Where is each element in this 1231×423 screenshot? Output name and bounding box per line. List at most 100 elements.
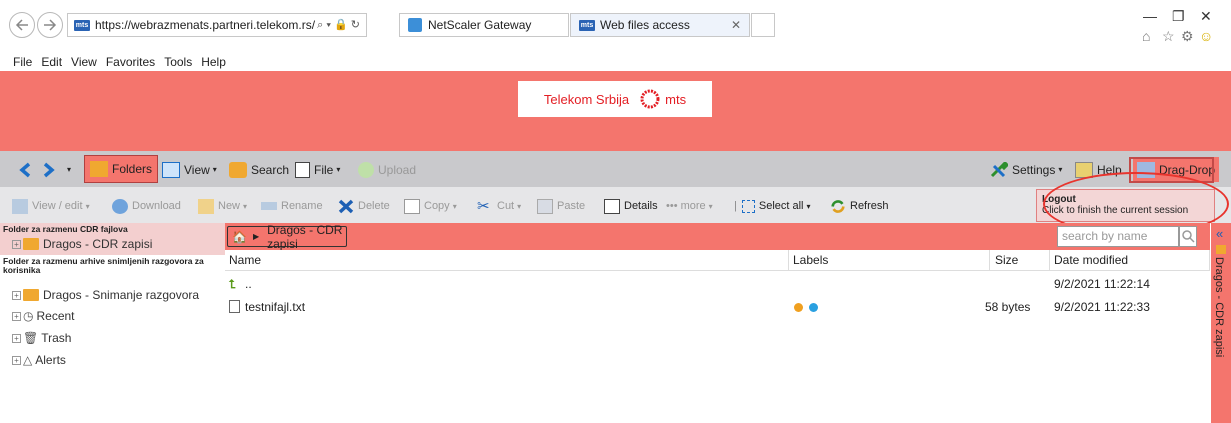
rename-icon bbox=[261, 202, 277, 210]
file-icon bbox=[295, 161, 310, 178]
file-size: 58 bytes bbox=[985, 300, 1031, 314]
refresh-button[interactable]: Refresh bbox=[830, 197, 889, 215]
separator: | bbox=[734, 200, 737, 212]
tree-item-trash[interactable]: + 🗑 Trash bbox=[12, 329, 71, 347]
close-tab-icon[interactable]: ✕ bbox=[731, 18, 741, 32]
right-collapsed-pane[interactable]: « Dragos - CDR zapisi bbox=[1211, 223, 1231, 423]
file-date: 9/2/2021 11:22:14 bbox=[1054, 277, 1150, 291]
column-header-labels[interactable]: Labels bbox=[793, 253, 828, 267]
breadcrumb-current[interactable]: Dragos - CDR zapisi bbox=[267, 223, 346, 251]
download-button[interactable]: Download bbox=[112, 197, 181, 215]
expand-icon[interactable]: + bbox=[12, 290, 21, 300]
home-icon[interactable]: 🏠 bbox=[232, 230, 247, 244]
back-button[interactable] bbox=[9, 12, 35, 38]
mts-ring-icon bbox=[640, 89, 660, 109]
tree-item-alerts[interactable]: + △ Alerts bbox=[12, 351, 66, 369]
file-name[interactable]: .. bbox=[245, 277, 252, 291]
site-favicon-icon: mts bbox=[74, 19, 90, 31]
chevron-down-icon: ▾ bbox=[1058, 165, 1063, 174]
back-arrow-icon bbox=[15, 19, 28, 31]
search-button[interactable]: Search bbox=[229, 159, 289, 180]
search-submit-button[interactable] bbox=[1179, 226, 1197, 247]
menu-view[interactable]: View bbox=[71, 55, 97, 69]
table-row[interactable]: testnifajl.txt 58 bytes 9/2/2021 11:22:3… bbox=[225, 297, 1210, 317]
tree-item-cdr[interactable]: + Dragos - CDR zapisi bbox=[12, 235, 152, 253]
tab-web-files[interactable]: mts Web files access ✕ bbox=[570, 13, 750, 37]
brand-logo: Telekom Srbija mts bbox=[518, 81, 712, 117]
label-orange-dot[interactable] bbox=[794, 303, 803, 312]
chevron-down-icon: ▾ bbox=[212, 165, 217, 174]
search-label: Search bbox=[251, 162, 290, 177]
chevron-left-icon bbox=[19, 162, 31, 177]
table-row[interactable]: ⮤ .. 9/2/2021 11:22:14 bbox=[225, 274, 1210, 294]
menu-favorites[interactable]: Favorites bbox=[106, 55, 155, 69]
menu-help[interactable]: Help bbox=[201, 55, 226, 69]
tab-label: NetScaler Gateway bbox=[428, 18, 532, 32]
expand-left-icon[interactable]: « bbox=[1216, 226, 1223, 241]
forward-button[interactable] bbox=[37, 12, 63, 38]
rename-button[interactable]: Rename bbox=[261, 197, 323, 215]
search-input[interactable]: search by name bbox=[1057, 226, 1179, 247]
column-header-size[interactable]: Size bbox=[995, 253, 1018, 267]
tab-netscaler[interactable]: NetScaler Gateway bbox=[399, 13, 569, 37]
view-edit-button[interactable]: View / edit ▾ bbox=[12, 197, 90, 215]
paste-icon bbox=[537, 198, 553, 214]
address-controls-icon[interactable]: ⌕ ▾ 🔒 ↻ bbox=[317, 18, 360, 32]
favorites-star-icon[interactable]: ☆ bbox=[1162, 28, 1175, 45]
folder-icon bbox=[90, 161, 108, 177]
column-header-name[interactable]: Name bbox=[229, 253, 261, 267]
column-header-date[interactable]: Date modified bbox=[1054, 253, 1128, 267]
new-tab-button[interactable] bbox=[751, 13, 775, 37]
menu-tools[interactable]: Tools bbox=[164, 55, 192, 69]
expand-icon[interactable]: + bbox=[12, 333, 21, 343]
copy-button[interactable]: Copy ▾ bbox=[404, 197, 457, 215]
address-bar[interactable]: mts https://webrazmenats.partneri.teleko… bbox=[67, 13, 367, 37]
tree-item-recent[interactable]: + ◷ Recent bbox=[12, 307, 75, 325]
tree-item-recordings[interactable]: + Dragos - Snimanje razgovora bbox=[12, 286, 199, 304]
upload-button[interactable]: Upload bbox=[358, 159, 416, 180]
address-url: https://webrazmenats.partneri.telekom.rs… bbox=[95, 18, 316, 32]
history-dropdown[interactable]: ▾ bbox=[67, 159, 71, 180]
new-icon bbox=[198, 198, 214, 214]
upload-label: Upload bbox=[378, 162, 417, 177]
settings-button[interactable]: Settings ▾ bbox=[990, 159, 1062, 180]
details-button[interactable]: Details bbox=[604, 197, 658, 215]
settings-label: Settings bbox=[1012, 162, 1056, 177]
new-button[interactable]: New ▾ bbox=[198, 197, 247, 215]
delete-button[interactable]: Delete bbox=[338, 197, 390, 215]
breadcrumb[interactable]: 🏠 ▶ Dragos - CDR zapisi bbox=[227, 223, 347, 251]
expand-icon[interactable]: + bbox=[12, 311, 21, 321]
folders-button[interactable]: Folders bbox=[84, 155, 159, 183]
menu-file[interactable]: File bbox=[13, 55, 32, 69]
close-window-icon[interactable]: ✕ bbox=[1200, 8, 1212, 25]
restore-icon[interactable]: ❐ bbox=[1172, 8, 1185, 25]
download-label: Download bbox=[132, 200, 181, 212]
gear-icon[interactable]: ⚙ bbox=[1181, 28, 1194, 45]
expand-icon[interactable]: + bbox=[12, 355, 21, 365]
back-nav-button[interactable] bbox=[18, 159, 32, 180]
tree-item-label: Dragos - Snimanje razgovora bbox=[43, 288, 200, 302]
folder-tree: Folder za razmenu CDR fajlova + Dragos -… bbox=[0, 223, 225, 423]
cut-label: Cut bbox=[497, 200, 515, 212]
text-file-icon bbox=[229, 300, 240, 313]
breadcrumb-bar: 🏠 ▶ Dragos - CDR zapisi search by name bbox=[225, 223, 1210, 251]
trash-icon: 🗑 bbox=[23, 331, 39, 345]
paste-button[interactable]: Paste bbox=[537, 197, 585, 215]
minimize-icon[interactable]: — bbox=[1143, 8, 1157, 24]
view-button[interactable]: View ▾ bbox=[162, 159, 217, 180]
select-all-button[interactable]: | Select all ▾ bbox=[734, 197, 811, 215]
refresh-label: Refresh bbox=[850, 200, 889, 212]
home-icon[interactable]: ⌂ bbox=[1142, 28, 1150, 44]
more-button[interactable]: ••• more ▾ bbox=[666, 197, 713, 215]
file-button[interactable]: File ▾ bbox=[295, 159, 340, 180]
label-blue-dot[interactable] bbox=[809, 303, 818, 312]
brand-mts: mts bbox=[665, 91, 687, 107]
right-pane-label: Dragos - CDR zapisi bbox=[1213, 257, 1225, 358]
expand-icon[interactable]: + bbox=[12, 239, 21, 249]
menu-edit[interactable]: Edit bbox=[41, 55, 62, 69]
file-name[interactable]: testnifajl.txt bbox=[245, 300, 305, 314]
cut-button[interactable]: ✂ Cut ▾ bbox=[477, 197, 521, 215]
smiley-icon[interactable]: ☺ bbox=[1199, 28, 1213, 44]
forward-nav-button[interactable] bbox=[42, 159, 56, 180]
search-icon bbox=[229, 161, 247, 178]
